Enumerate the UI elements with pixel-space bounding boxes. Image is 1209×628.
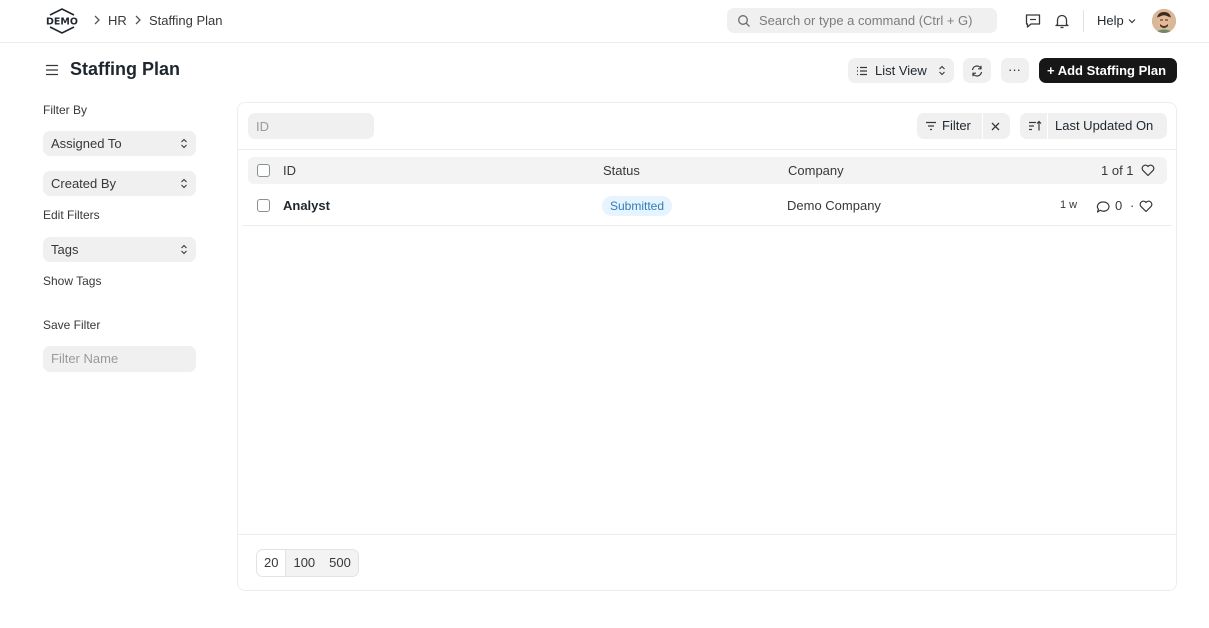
heart-icon[interactable] xyxy=(1141,164,1155,177)
row-comment-count: 0 xyxy=(1115,198,1123,213)
filter-icon xyxy=(926,121,936,131)
chevron-right-icon xyxy=(94,15,100,25)
created-by-label: Created By xyxy=(51,176,117,191)
table-row[interactable]: Analyst Submitted Demo Company 1 w 0 · xyxy=(242,188,1172,226)
user-avatar-icon xyxy=(1152,9,1176,33)
more-icon: ··· xyxy=(1008,62,1021,77)
add-staffing-plan-button[interactable]: + Add Staffing Plan xyxy=(1039,58,1177,83)
id-filter-placeholder: ID xyxy=(256,119,269,134)
column-header-company[interactable]: Company xyxy=(788,163,844,178)
filter-by-label: Filter By xyxy=(43,103,88,117)
list-panel: ID Filter Last Updated On ID Status Comp… xyxy=(237,102,1177,591)
id-filter-input[interactable]: ID xyxy=(248,113,374,139)
clear-filter-icon[interactable] xyxy=(990,121,1001,132)
refresh-icon xyxy=(971,65,983,77)
page-size-selector: 20 100 500 xyxy=(256,549,359,577)
edit-filters-link[interactable]: Edit Filters xyxy=(43,208,100,222)
list-view-button[interactable]: List View xyxy=(848,58,954,83)
filter-label: Filter xyxy=(942,118,971,133)
assigned-to-select[interactable]: Assigned To xyxy=(43,131,196,156)
select-all-checkbox[interactable] xyxy=(257,164,270,177)
svg-text:DEMO: DEMO xyxy=(46,17,78,28)
chat-icon[interactable] xyxy=(1024,12,1042,30)
select-arrows-icon xyxy=(939,65,945,76)
column-header-id[interactable]: ID xyxy=(283,163,296,178)
show-tags-link[interactable]: Show Tags xyxy=(43,274,101,288)
row-separator-dot: · xyxy=(1130,198,1135,213)
sort-label: Last Updated On xyxy=(1055,118,1154,133)
row-company: Demo Company xyxy=(787,198,881,213)
status-badge: Submitted xyxy=(602,196,673,216)
page-size-20[interactable]: 20 xyxy=(257,550,287,576)
avatar[interactable] xyxy=(1152,9,1176,33)
created-by-select[interactable]: Created By xyxy=(43,171,196,196)
help-menu[interactable]: Help xyxy=(1097,13,1124,28)
column-header-status[interactable]: Status xyxy=(603,163,640,178)
more-actions-button[interactable]: ··· xyxy=(1001,58,1029,83)
demo-logo[interactable]: DEMO xyxy=(44,8,80,34)
row-modified-time: 1 w xyxy=(1060,199,1078,211)
list-view-label: List View xyxy=(875,63,927,78)
sort-button[interactable]: Last Updated On xyxy=(1020,113,1167,139)
table-header: ID Status Company 1 of 1 xyxy=(248,157,1167,184)
filter-name-input[interactable]: Filter Name xyxy=(43,346,196,372)
bell-icon[interactable] xyxy=(1053,12,1071,30)
comment-icon[interactable] xyxy=(1096,200,1111,214)
select-arrows-icon xyxy=(181,138,187,149)
search-icon xyxy=(738,15,750,27)
page-title: Staffing Plan xyxy=(70,59,181,79)
refresh-button[interactable] xyxy=(963,58,991,83)
result-count: 1 of 1 xyxy=(1101,163,1134,178)
footer-divider xyxy=(238,534,1176,535)
heart-icon[interactable] xyxy=(1139,200,1153,213)
select-arrows-icon xyxy=(181,244,187,255)
list-icon xyxy=(857,66,867,76)
chevron-right-icon xyxy=(135,15,141,25)
tags-label: Tags xyxy=(51,242,79,257)
sort-order-icon[interactable] xyxy=(1028,120,1042,132)
row-checkbox[interactable] xyxy=(257,199,270,212)
add-staffing-plan-label: + Add Staffing Plan xyxy=(1047,63,1167,78)
chevron-down-icon[interactable] xyxy=(1127,16,1137,26)
page-size-500[interactable]: 500 xyxy=(322,550,358,576)
assigned-to-label: Assigned To xyxy=(51,136,122,151)
select-arrows-icon xyxy=(181,178,187,189)
navbar: DEMO HR Staffing Plan Search or type a c… xyxy=(0,0,1209,43)
search-placeholder: Search or type a command (Ctrl + G) xyxy=(759,13,973,28)
filter-name-placeholder: Filter Name xyxy=(51,351,119,366)
page-size-100[interactable]: 100 xyxy=(286,550,323,576)
breadcrumb-staffing-plan[interactable]: Staffing Plan xyxy=(149,13,222,28)
panel-divider xyxy=(238,149,1176,150)
sidebar-toggle-icon[interactable] xyxy=(44,62,60,78)
save-filter-label: Save Filter xyxy=(43,318,101,332)
breadcrumb-hr[interactable]: HR xyxy=(108,13,127,28)
filter-divider xyxy=(982,113,983,139)
navbar-divider xyxy=(1083,10,1084,32)
tags-select[interactable]: Tags xyxy=(43,237,196,262)
sort-divider xyxy=(1047,113,1048,139)
search-input[interactable]: Search or type a command (Ctrl + G) xyxy=(727,8,997,33)
row-id-link[interactable]: Analyst xyxy=(283,198,330,213)
